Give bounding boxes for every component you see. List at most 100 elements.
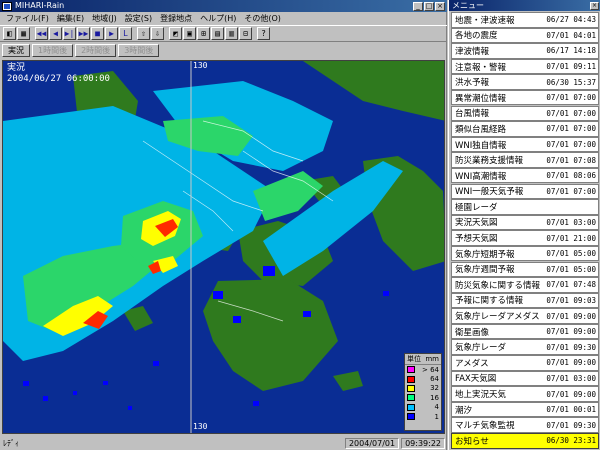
menu-list-item[interactable]: 津波情報 06/17 14:18 <box>451 43 599 59</box>
menu-2[interactable]: 地域(J) <box>88 13 121 24</box>
menu-list-item[interactable]: FAX天気図 07/01 03:00 <box>451 370 599 387</box>
toolbar-button-15[interactable]: ▥ <box>225 27 238 40</box>
toolbar-button-3[interactable]: ◀ <box>49 27 62 40</box>
menu-list-item[interactable]: 類似台風経路 07/01 07:00 <box>451 121 599 137</box>
app-title: MIHARI-Rain <box>15 1 65 10</box>
menu-6[interactable]: その他(O) <box>240 13 285 24</box>
menu-window-titlebar[interactable]: メニュー × <box>449 0 600 11</box>
legend-value: 1 <box>434 412 439 421</box>
map-timestamp: 2004/06/27 06:00:00 <box>7 74 110 84</box>
menu-item-label: 地上実況天気 <box>455 390 507 400</box>
menu-list-item[interactable]: お知らせ 06/30 23:31 <box>451 433 599 449</box>
menu-list-item[interactable]: マルチ気象監視 07/01 09:30 <box>451 417 599 433</box>
toolbar: ◧ ▦ ◀◀ ◀ ▶| ▶▶ ■ ▶ L ⇧ ⇩ ◩ ▣ ⊞ ▤ ▥ ⊟? <box>0 25 447 42</box>
tab-2[interactable]: 2時間後 <box>75 43 117 57</box>
menu-item-time: 07/01 09:00 <box>546 389 596 399</box>
menu-item-label: 台風情報 <box>455 109 490 120</box>
menu-item-label: WNI高潮情報 <box>455 171 507 182</box>
toolbar-button-10[interactable]: ⇩ <box>151 27 164 40</box>
minimize-button[interactable]: _ <box>413 1 423 11</box>
legend-swatch <box>407 366 415 374</box>
menu-list-item[interactable]: 異常潮位情報 07/01 07:00 <box>451 89 599 106</box>
menu-0[interactable]: ファイル(F) <box>2 13 53 24</box>
toolbar-button-8[interactable]: L <box>119 27 132 40</box>
toolbar-button-2[interactable]: ◀◀ <box>35 27 48 40</box>
map-mode-label: 実況 <box>7 63 26 73</box>
tab-3[interactable]: 3時間後 <box>118 43 160 57</box>
radar-map[interactable]: 実況 2004/06/27 06:00:00 130 130 単位 mm > 6… <box>2 60 445 434</box>
menu-item-time: 07/01 07:08 <box>546 155 596 165</box>
menu-list-item[interactable]: 予報に関する情報 07/01 09:03 <box>451 292 599 309</box>
menu-item-time: 07/01 05:00 <box>546 264 596 274</box>
toolbar-button-5[interactable]: ▶▶ <box>77 27 90 40</box>
menu-item-time: 06/30 15:37 <box>546 77 596 87</box>
menu-list-item[interactable]: 台風情報 07/01 07:00 <box>451 105 599 122</box>
close-button[interactable]: × <box>435 1 445 11</box>
menu-list-item[interactable]: 気象庁週間予報 07/01 05:00 <box>451 261 599 277</box>
legend-row: 1 <box>405 412 441 421</box>
menu-item-time: 07/01 07:00 <box>546 93 596 103</box>
menu-1[interactable]: 編集(E) <box>53 13 88 24</box>
menu-item-label: 異常潮位情報 <box>455 93 507 104</box>
menu-item-time: 07/01 05:00 <box>546 249 596 259</box>
toolbar-button-12[interactable]: ▣ <box>183 27 196 40</box>
menu-item-time: 07/01 07:00 <box>546 124 596 134</box>
menu-list-item[interactable]: 気象庁レーダ 07/01 09:30 <box>451 339 599 355</box>
menu-item-time: 07/01 07:00 <box>546 186 596 196</box>
toolbar-button-1[interactable]: ▦ <box>17 27 30 40</box>
menu-list-item[interactable]: 予想天気図 07/01 21:00 <box>451 230 599 246</box>
toolbar-button-14[interactable]: ▤ <box>211 27 224 40</box>
menu-list-item[interactable]: 防災業務支援情報 07/01 07:08 <box>451 152 599 168</box>
menu-list-item[interactable]: WNI独自情報 07/01 07:00 <box>451 136 599 153</box>
toolbar-button-9[interactable]: ⇧ <box>137 27 150 40</box>
menu-item-label: 気象庁短期予報 <box>455 249 515 260</box>
menu-3[interactable]: 設定(S) <box>121 13 156 24</box>
tab-0[interactable]: 実況 <box>2 43 30 57</box>
tab-1[interactable]: 1時間後 <box>32 43 74 57</box>
app-icon <box>2 1 12 11</box>
menu-item-label: 予報に関する情報 <box>455 296 524 307</box>
menu-list-item[interactable]: 極園レーダ <box>451 199 599 215</box>
toolbar-button-4[interactable]: ▶| <box>63 27 76 40</box>
menu-item-time: 07/01 07:48 <box>546 280 596 290</box>
menu-item-label: 津波情報 <box>455 46 490 57</box>
toolbar-button-7[interactable]: ▶ <box>105 27 118 40</box>
menu-list-item[interactable]: 地震・津波速報 06/27 04:43 <box>451 12 599 28</box>
menu-list-item[interactable]: 防災気象に関する情報 07/01 07:48 <box>451 277 599 293</box>
menu-list-item[interactable]: 各地の震度 07/01 04:01 <box>451 27 599 44</box>
menu-list-item[interactable]: 衛星画像 07/01 09:00 <box>451 323 599 340</box>
menu-item-time: 07/01 09:03 <box>546 295 596 305</box>
menu-item-label: 気象庁週間予報 <box>455 265 515 276</box>
maximize-button[interactable]: □ <box>424 1 434 11</box>
menu-item-label: 防災気象に関する情報 <box>455 280 541 291</box>
menu-item-label: WNI一般天気予報 <box>455 187 524 198</box>
menu-list-item[interactable]: 実況天気図 07/01 03:00 <box>451 214 599 231</box>
menu-item-label: 注意報・警報 <box>455 62 507 73</box>
menu-item-label: 気象庁レーダ <box>455 343 507 354</box>
menu-list-item[interactable]: 潮汐 07/01 00:01 <box>451 401 599 418</box>
toolbar-button-17[interactable]: ? <box>257 27 270 40</box>
menu-list-item[interactable]: 洪水予報 06/30 15:37 <box>451 74 599 90</box>
menu-5[interactable]: ヘルプ(H) <box>196 13 240 24</box>
toolbar-button-6[interactable]: ■ <box>91 27 104 40</box>
menu-item-time: 07/01 09:30 <box>546 420 596 430</box>
toolbar-button-16[interactable]: ⊟ <box>239 27 252 40</box>
menu-item-time: 07/01 07:00 <box>546 108 596 118</box>
menu-4[interactable]: 登録地点 <box>156 13 196 24</box>
toolbar-button-0[interactable]: ◧ <box>3 27 16 40</box>
longitude-label-top: 130 <box>193 61 208 70</box>
menu-list-item[interactable]: 気象庁短期予報 07/01 05:00 <box>451 245 599 262</box>
menu-list-item[interactable]: 気象庁レーダアメダス 07/01 09:00 <box>451 308 599 324</box>
menu-list-item[interactable]: アメダス 07/01 09:00 <box>451 355 599 371</box>
main-titlebar[interactable]: MIHARI-Rain _ □ × <box>0 0 447 12</box>
toolbar-button-11[interactable]: ◩ <box>169 27 182 40</box>
menu-close-button[interactable]: × <box>590 1 599 10</box>
toolbar-button-13[interactable]: ⊞ <box>197 27 210 40</box>
menu-list-item[interactable]: WNI高潮情報 07/01 08:06 <box>451 167 599 184</box>
legend-unit: mm <box>425 355 439 363</box>
menu-item-time: 06/30 23:31 <box>546 436 596 446</box>
menu-list-item[interactable]: 注意報・警報 07/01 09:11 <box>451 58 599 75</box>
menu-list-item[interactable]: 地上実況天気 07/01 09:00 <box>451 386 599 402</box>
menu-list-item[interactable]: WNI一般天気予報 07/01 07:00 <box>451 183 599 200</box>
menu-window-title: メニュー <box>452 1 484 10</box>
